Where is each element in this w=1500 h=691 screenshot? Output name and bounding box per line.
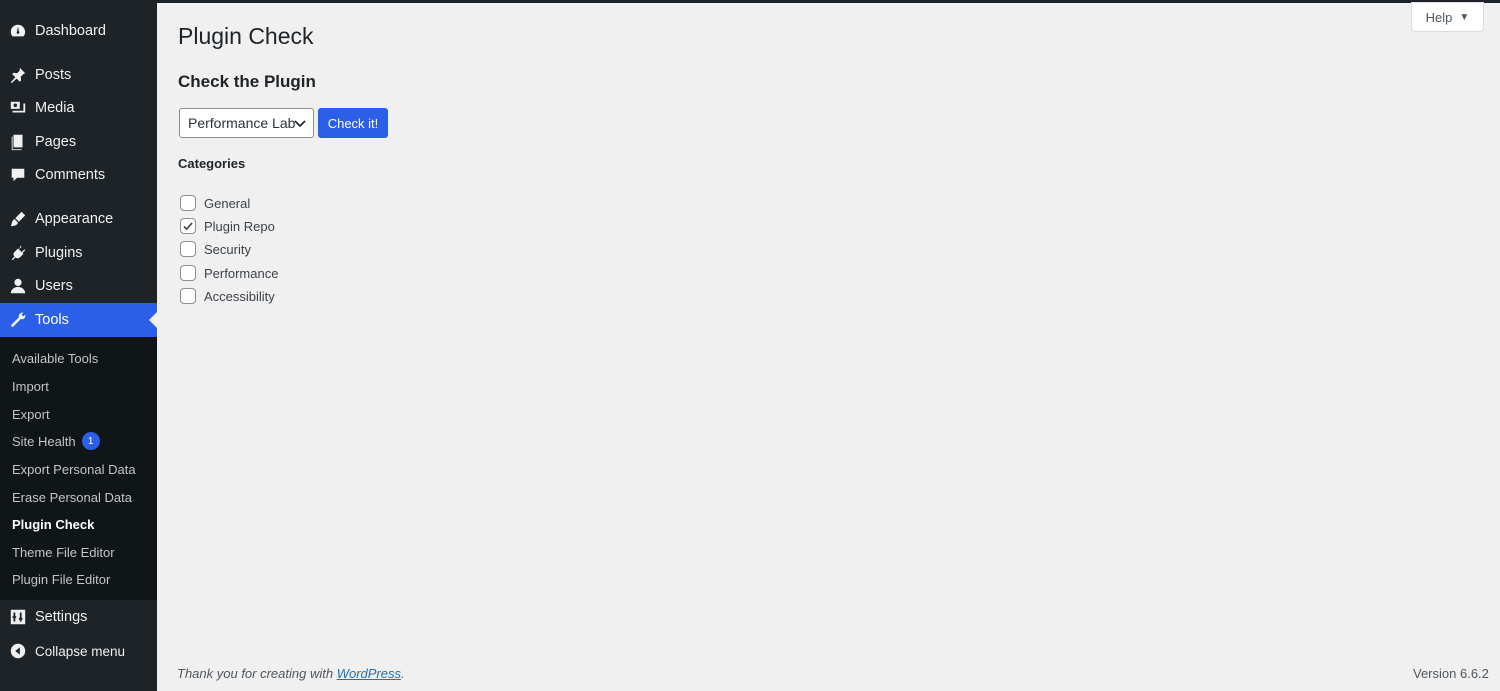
category-checkbox[interactable] xyxy=(180,195,196,211)
category-performance[interactable]: Performance xyxy=(180,264,278,282)
footer-thanks-text: Thank you for creating with xyxy=(177,666,337,681)
sidebar-item-pages[interactable]: Pages xyxy=(0,125,157,159)
footer-thanks: Thank you for creating with WordPress. xyxy=(177,666,405,681)
category-plugin-repo[interactable]: Plugin Repo xyxy=(180,217,275,235)
help-label: Help xyxy=(1425,9,1453,25)
sidebar-item-label: Dashboard xyxy=(35,23,106,39)
submenu-item-plugin-check[interactable]: Plugin Check xyxy=(12,514,94,534)
sidebar-item-label: Tools xyxy=(35,312,69,328)
triangle-down-icon: ▼ xyxy=(1459,11,1470,23)
pin-icon xyxy=(8,65,28,85)
sidebar-item-label: Pages xyxy=(35,134,77,150)
sidebar-item-users[interactable]: Users xyxy=(0,269,157,303)
submenu-item-label: Theme File Editor xyxy=(12,544,115,560)
category-checkbox[interactable] xyxy=(180,218,196,234)
submenu-item-label: Site Health xyxy=(12,433,76,449)
categories-heading: Categories xyxy=(178,156,246,171)
notification-badge: 1 xyxy=(81,432,100,450)
submenu-item-theme-file-editor[interactable]: Theme File Editor xyxy=(12,542,115,562)
submenu-item-label: Erase Personal Data xyxy=(12,489,132,505)
tools-submenu: Available Tools Import Export Site Healt… xyxy=(0,337,157,600)
sidebar-item-dashboard[interactable]: Dashboard xyxy=(0,14,157,48)
submenu-item-export-personal-data[interactable]: Export Personal Data xyxy=(12,459,136,479)
category-label: Security xyxy=(204,241,251,257)
sidebar-item-plugins[interactable]: Plugins xyxy=(0,236,157,270)
category-checkbox[interactable] xyxy=(180,241,196,257)
pages-icon xyxy=(8,132,28,152)
submenu-item-import[interactable]: Import xyxy=(12,376,49,396)
sidebar-item-tools[interactable]: Tools xyxy=(0,303,157,337)
plugin-select[interactable]: Performance Lab xyxy=(179,108,314,138)
submenu-item-available-tools[interactable]: Available Tools xyxy=(12,348,98,368)
category-accessibility[interactable]: Accessibility xyxy=(180,287,275,305)
media-icon xyxy=(8,98,28,118)
chevron-down-icon xyxy=(294,120,306,128)
sidebar-item-label: Users xyxy=(35,278,73,294)
submenu-item-label: Import xyxy=(12,378,49,394)
page-title: Plugin Check xyxy=(178,23,314,49)
collapse-icon xyxy=(8,641,28,661)
sidebar-item-label: Media xyxy=(35,100,75,116)
brush-icon xyxy=(8,209,28,229)
wrench-icon xyxy=(8,310,28,330)
sidebar-item-label: Settings xyxy=(35,609,88,625)
admin-sidebar: Dashboard Posts Media Pages Comments App… xyxy=(0,0,157,691)
comments-icon xyxy=(8,165,28,185)
sidebar-item-label: Appearance xyxy=(35,211,114,227)
submenu-item-label: Export Personal Data xyxy=(12,461,136,477)
submenu-item-site-health[interactable]: Site Health 1 xyxy=(12,431,100,451)
wordpress-link[interactable]: WordPress xyxy=(337,666,401,681)
category-label: Plugin Repo xyxy=(204,218,275,234)
top-bar xyxy=(0,0,1500,3)
submenu-item-erase-personal-data[interactable]: Erase Personal Data xyxy=(12,487,132,507)
category-security[interactable]: Security xyxy=(180,240,251,258)
check-it-button[interactable]: Check it! xyxy=(318,108,388,138)
sidebar-item-appearance[interactable]: Appearance xyxy=(0,202,157,236)
category-label: Performance xyxy=(204,265,279,281)
sidebar-item-label: Plugins xyxy=(35,245,83,261)
category-checkbox[interactable] xyxy=(180,265,196,281)
submenu-item-label: Export xyxy=(12,406,50,422)
submenu-item-label: Available Tools xyxy=(12,350,99,366)
settings-icon xyxy=(8,607,28,627)
submenu-item-label: Plugin File Editor xyxy=(12,571,111,587)
category-label: General xyxy=(204,195,251,211)
sidebar-item-label: Comments xyxy=(35,167,106,183)
submenu-item-export[interactable]: Export xyxy=(12,404,50,424)
category-label: Accessibility xyxy=(204,288,275,304)
dashboard-icon xyxy=(8,21,28,41)
collapse-menu-label: Collapse menu xyxy=(35,643,126,659)
footer-version: Version 6.6.2 xyxy=(1413,666,1489,681)
plugins-icon xyxy=(8,243,28,263)
help-button[interactable]: Help ▼ xyxy=(1411,2,1484,32)
section-title: Check the Plugin xyxy=(178,72,316,91)
sidebar-item-comments[interactable]: Comments xyxy=(0,158,157,192)
checkmark-icon xyxy=(183,222,193,231)
footer-thanks-suffix: . xyxy=(401,666,405,681)
sidebar-item-label: Posts xyxy=(35,67,72,83)
plugin-select-value: Performance Lab xyxy=(188,115,296,131)
sidebar-item-settings[interactable]: Settings xyxy=(0,600,157,634)
submenu-item-label: Plugin Check xyxy=(12,516,95,532)
category-checkbox[interactable] xyxy=(180,288,196,304)
submenu-item-plugin-file-editor[interactable]: Plugin File Editor xyxy=(12,569,110,589)
sidebar-item-posts[interactable]: Posts xyxy=(0,58,157,92)
sidebar-item-media[interactable]: Media xyxy=(0,91,157,125)
users-icon xyxy=(8,276,28,296)
collapse-menu-button[interactable]: Collapse menu xyxy=(0,634,157,668)
category-general[interactable]: General xyxy=(180,194,250,212)
